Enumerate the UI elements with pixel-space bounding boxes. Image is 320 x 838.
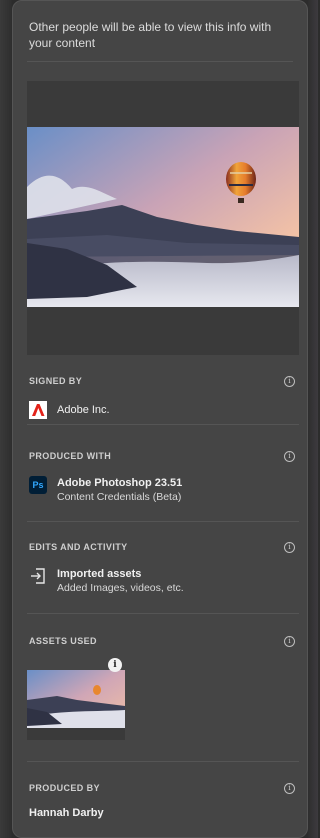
background-left-edge (0, 0, 12, 838)
produced-by-title: PRODUCED BY (29, 783, 100, 793)
produced-with-title: PRODUCED WITH (29, 451, 112, 461)
thumbnail-frame (27, 728, 125, 740)
edits-activity-section: EDITS AND ACTIVITY i Imported assets Add… (13, 539, 307, 596)
photoshop-icon-label: Ps (32, 480, 44, 490)
info-circle-icon[interactable]: i (284, 541, 295, 553)
preview-image (27, 127, 299, 307)
info-circle-icon[interactable]: i (284, 450, 295, 462)
produced-by-section: PRODUCED BY i (13, 780, 307, 796)
edit-item: Imported assets (57, 568, 142, 580)
assets-used-section: ASSETS USED i (13, 633, 307, 649)
import-icon (31, 568, 45, 584)
signed-by-title: SIGNED BY (29, 376, 83, 386)
asset-thumbnail[interactable]: i (27, 658, 125, 740)
photoshop-app-icon: Ps (29, 476, 47, 494)
image-preview[interactable] (27, 81, 299, 355)
divider (27, 521, 299, 522)
asset-thumbnail-image (27, 670, 125, 728)
divider (27, 761, 299, 762)
visibility-notice: Other people will be able to view this i… (29, 20, 272, 50)
assets-title: ASSETS USED (29, 636, 97, 646)
signed-by-section: SIGNED BY i Adobe Inc. (13, 373, 307, 419)
producing-app: Adobe Photoshop 23.51 (57, 477, 183, 489)
info-circle-icon[interactable]: i (284, 635, 295, 647)
produced-with-section: PRODUCED WITH i Ps Adobe Photoshop 23.51… (13, 448, 307, 505)
divider (27, 424, 299, 425)
divider (27, 61, 293, 62)
divider (27, 613, 299, 614)
info-circle-icon[interactable]: i (284, 375, 295, 387)
adobe-logo-icon (29, 401, 47, 419)
info-circle-icon[interactable]: i (108, 658, 122, 672)
signer-name: Adobe Inc. (57, 404, 110, 416)
edits-title: EDITS AND ACTIVITY (29, 542, 128, 552)
app-detail: Content Credentials (Beta) (57, 491, 182, 503)
info-circle-icon[interactable]: i (284, 782, 295, 794)
background-right-edge (308, 0, 318, 838)
content-credentials-panel: Other people will be able to view this i… (12, 0, 308, 838)
edit-detail: Added Images, videos, etc. (57, 582, 184, 594)
producer-name: Hannah Darby (29, 807, 104, 819)
